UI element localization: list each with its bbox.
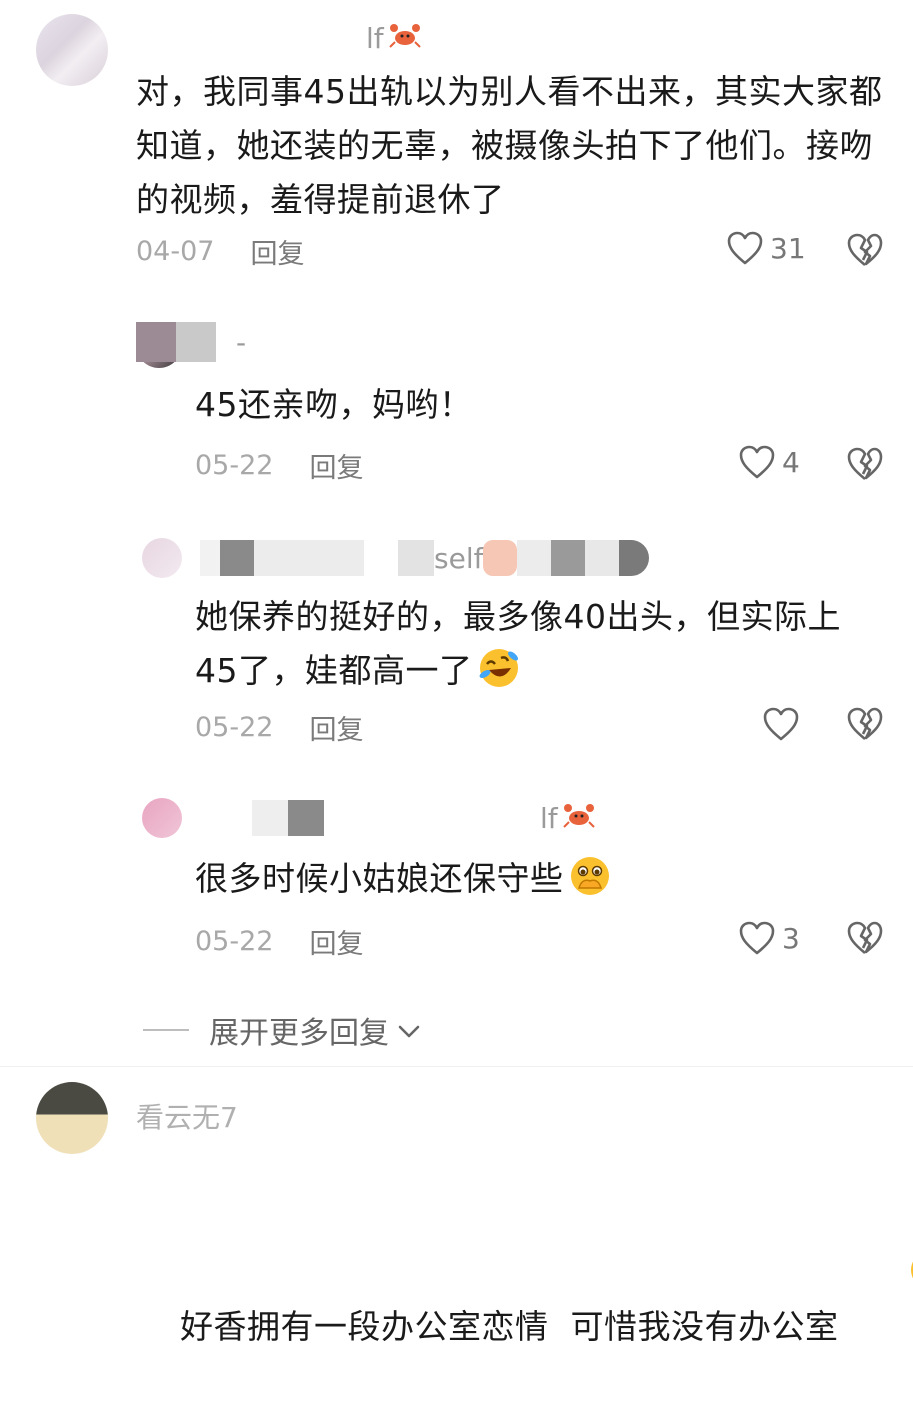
broken-heart-icon: [846, 707, 884, 746]
comment-meta: 04-07 回复: [136, 232, 304, 271]
blurred-username: [254, 540, 364, 576]
comment-text: 对，我同事45出轨以为别人看不出来，其实大家都知道，她还装的无辜，被摄像头拍下了…: [136, 72, 883, 219]
dislike-button[interactable]: [846, 232, 884, 272]
username-suffix: -: [236, 325, 247, 359]
comment-text: 她保养的挺好的，最多像40出头，但实际上 45了，娃都高一了: [195, 590, 885, 706]
username-suffix: lf: [540, 801, 558, 835]
dislike-button[interactable]: [846, 920, 884, 960]
broken-heart-icon: [846, 447, 884, 486]
section-divider: [0, 1066, 913, 1067]
broken-heart-icon: [846, 233, 884, 272]
blurred-username: [324, 800, 540, 836]
blurred-username: [136, 322, 176, 362]
crab-emoji-icon: [562, 802, 596, 835]
blurred-username: [200, 540, 220, 576]
reply-button[interactable]: 回复: [250, 232, 304, 271]
like-count: 4: [782, 445, 800, 479]
username-suffix: lf: [366, 21, 384, 55]
reply-button[interactable]: 回复: [309, 708, 363, 747]
comment-date: 05-22: [195, 450, 274, 481]
comment-text: 很多时候小姑娘还保守些: [195, 852, 855, 914]
avatar[interactable]: [36, 14, 108, 86]
comment-text: 好香拥有一段办公室恋情 可惜我没有办公室: [136, 1140, 913, 1416]
username[interactable]: lf: [136, 20, 422, 56]
avatar[interactable]: [36, 1082, 108, 1154]
blurred-username: [551, 540, 586, 576]
blurred-username: [398, 540, 434, 576]
heart-outline-icon: [738, 920, 776, 956]
like-button[interactable]: 4: [738, 444, 800, 480]
comment-date: 04-07: [136, 236, 215, 267]
comment-text-content: 很多时候小姑娘还保守些: [195, 859, 564, 898]
covering-mouth-emoji-icon: [568, 854, 612, 914]
heart-outline-icon: [726, 230, 764, 266]
chevron-down-icon: [397, 1013, 421, 1048]
comment-date: 05-22: [195, 926, 274, 957]
blurred-username: [517, 540, 552, 576]
reply-button[interactable]: 回复: [309, 922, 363, 961]
blurred-username: [252, 800, 288, 836]
blurred-username: [136, 20, 366, 56]
username[interactable]: self: [200, 540, 650, 576]
like-button[interactable]: [762, 706, 806, 742]
expand-label: 展开更多回复: [209, 1016, 389, 1051]
loudly-crying-emoji-icon: [842, 1194, 913, 1362]
reply-button[interactable]: 回复: [309, 446, 363, 485]
blurred-username: [483, 540, 518, 576]
like-button[interactable]: 3: [738, 920, 800, 956]
heart-outline-icon: [762, 706, 800, 742]
blurred-username: [364, 540, 398, 576]
crab-emoji-icon: [388, 22, 422, 55]
username[interactable]: 看云无7: [136, 1096, 238, 1136]
comment-meta: 05-22 回复: [195, 446, 363, 485]
dislike-button[interactable]: [846, 706, 884, 746]
comment-text-line-2: 45了，娃都高一了: [195, 644, 885, 706]
username-suffix: self: [434, 541, 484, 575]
username[interactable]: lf: [252, 800, 596, 836]
blurred-username: [176, 322, 216, 362]
username[interactable]: -: [136, 322, 246, 362]
like-count: 3: [782, 921, 800, 955]
expand-replies-button[interactable]: 展开更多回复: [143, 1008, 421, 1052]
comment-meta: 05-22 回复: [195, 922, 363, 961]
like-count: 31: [770, 231, 806, 265]
comment-text-content: 好香拥有一段办公室恋情 可惜我没有办公室: [179, 1307, 839, 1346]
blurred-username: [619, 540, 650, 576]
comment-text-line-1: 她保养的挺好的，最多像40出头，但实际上: [195, 597, 841, 636]
blurred-username: [585, 540, 620, 576]
comment-date: 05-22: [195, 712, 274, 743]
broken-heart-icon: [846, 921, 884, 960]
comment-meta: 05-22 回复: [195, 708, 363, 747]
divider-line: [143, 1029, 189, 1031]
comment-text-line-2-text: 45了，娃都高一了: [195, 651, 473, 690]
avatar[interactable]: [142, 798, 182, 838]
dislike-button[interactable]: [846, 446, 884, 486]
heart-outline-icon: [738, 444, 776, 480]
blurred-username: [220, 540, 254, 576]
avatar[interactable]: [142, 538, 182, 578]
blurred-username: [288, 800, 324, 836]
rolling-laugh-emoji-icon: [477, 646, 521, 706]
like-button[interactable]: 31: [726, 230, 806, 266]
comment-text: 45还亲吻，妈哟！: [195, 385, 473, 424]
